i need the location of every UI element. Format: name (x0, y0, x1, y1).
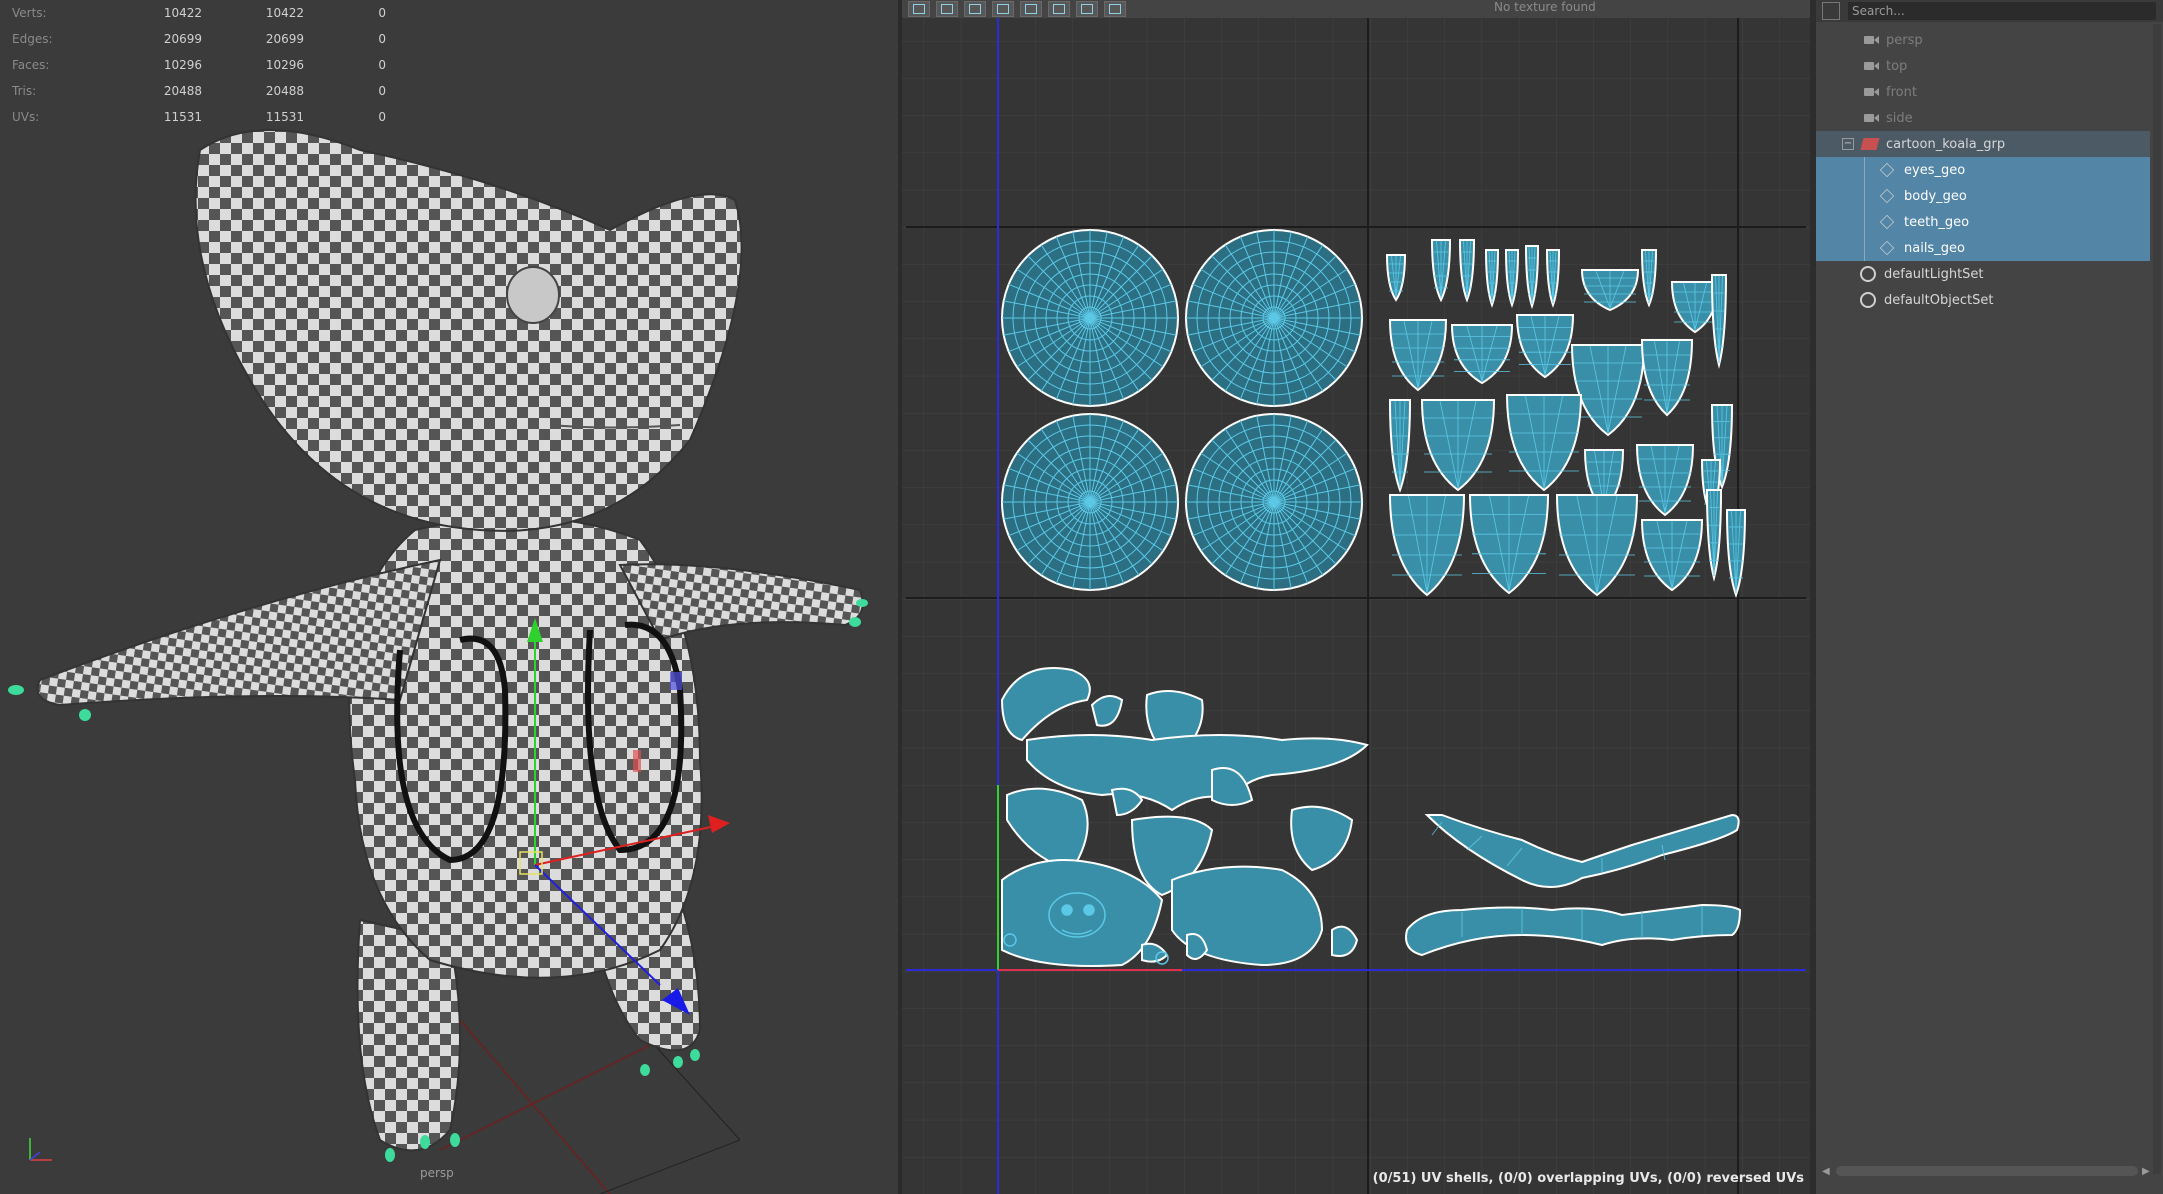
hud-value: 20488 (163, 84, 202, 98)
outliner-item-label: cartoon_koala_grp (1886, 136, 2006, 152)
mesh-icon (1879, 188, 1895, 204)
uv-editor-panel[interactable]: No texture found (0/51) UV shells, (0/0)… (902, 0, 1810, 1194)
uv-status-text: (0/51) UV shells, (0/0) overlapping UVs,… (1372, 1171, 1804, 1186)
uv-editor-toolbar (902, 0, 1810, 18)
mesh-icon (1879, 214, 1895, 230)
hud-value: 10296 (163, 58, 202, 72)
hud-value: 20699 (163, 32, 202, 46)
koala-model-render (8, 129, 868, 1194)
hud-row-uvs: UVs: 11531 11531 0 (12, 104, 386, 130)
scroll-right-icon[interactable]: ▶ (2142, 1166, 2152, 1177)
hud-value: 11531 (265, 110, 304, 124)
camera-icon (1862, 85, 1880, 99)
outliner-item-label: side (1886, 110, 1913, 126)
camera-icon (1862, 59, 1880, 73)
perspective-viewport[interactable]: Verts: 10422 10422 0 Edges: 20699 20699 … (0, 0, 898, 1194)
uv-camera-icon[interactable] (1076, 1, 1098, 17)
hud-value: 10422 (163, 6, 202, 20)
texture-status-label: No texture found (1494, 0, 1596, 14)
outliner-item-body-geo[interactable]: body_geo (1816, 183, 2150, 209)
outliner-item-persp[interactable]: persp (1816, 27, 2150, 53)
hud-value: 0 (378, 32, 386, 46)
outliner-search-bar (1816, 0, 2163, 22)
hud-row-verts: Verts: 10422 10422 0 (12, 0, 386, 26)
camera-name-label: persp (420, 1166, 454, 1180)
hud-value: 10422 (265, 6, 304, 20)
uv-shaded-icon[interactable] (936, 1, 958, 17)
tree-line (1864, 157, 1865, 183)
set-icon (1860, 292, 1876, 308)
hud-row-tris: Tris: 20488 20488 0 (12, 78, 386, 104)
uv-display-icon[interactable] (908, 1, 930, 17)
hud-value: 11531 (163, 110, 202, 124)
uv-grid-icon[interactable] (992, 1, 1014, 17)
outliner-item-label: top (1886, 58, 1908, 74)
outliner-panel: persp top front side − cartoon_koala_grp… (1816, 0, 2163, 1194)
outliner-item-default-light-set[interactable]: defaultLightSet (1816, 261, 2150, 287)
outliner-item-eyes-geo[interactable]: eyes_geo (1816, 157, 2150, 183)
hud-value: 0 (378, 6, 386, 20)
mesh-icon (1879, 162, 1895, 178)
uv-snap-icon[interactable] (1020, 1, 1042, 17)
hud-label: UVs: (12, 110, 40, 124)
mesh-icon (1879, 240, 1895, 256)
camera-icon (1862, 33, 1880, 47)
tree-line (1864, 209, 1865, 235)
outliner-item-teeth-geo[interactable]: teeth_geo (1816, 209, 2150, 235)
view-axis-indicator-icon (29, 1138, 52, 1161)
camera-icon (1862, 111, 1880, 125)
set-icon (1860, 266, 1876, 282)
outliner-horizontal-scrollbar[interactable]: ◀ ▶ (1822, 1164, 2152, 1178)
hud-row-edges: Edges: 20699 20699 0 (12, 26, 386, 52)
poly-count-hud: Verts: 10422 10422 0 Edges: 20699 20699 … (12, 0, 386, 130)
search-input[interactable] (1848, 2, 2156, 20)
hud-value: 20699 (265, 32, 304, 46)
scrollbar-track[interactable] (1836, 1166, 2138, 1176)
ground-grid (439, 1019, 661, 1194)
collapse-icon[interactable]: − (1842, 138, 1854, 150)
hud-value: 0 (378, 84, 386, 98)
outliner-vertical-scrollbar[interactable] (2153, 24, 2161, 1174)
outliner-item-label: defaultObjectSet (1884, 292, 1994, 308)
outliner-item-label: front (1886, 84, 1917, 100)
hud-label: Tris: (12, 84, 37, 98)
outliner-item-label: persp (1886, 32, 1923, 48)
outliner-item-top[interactable]: top (1816, 53, 2150, 79)
outliner-item-label: eyes_geo (1904, 162, 1966, 178)
uv-checker-icon[interactable] (1048, 1, 1070, 17)
tree-line (1864, 183, 1865, 209)
hud-value: 20488 (265, 84, 304, 98)
hud-value: 0 (378, 110, 386, 124)
outliner-item-label: defaultLightSet (1884, 266, 1984, 282)
uv-distortion-icon[interactable] (964, 1, 986, 17)
hud-label: Faces: (12, 58, 50, 72)
outliner-item-side[interactable]: side (1816, 105, 2150, 131)
outliner-item-label: teeth_geo (1904, 214, 1970, 230)
outliner-tree: persp top front side − cartoon_koala_grp… (1816, 27, 2150, 313)
hud-label: Verts: (12, 6, 47, 20)
outliner-item-default-object-set[interactable]: defaultObjectSet (1816, 287, 2150, 313)
hud-value: 0 (378, 58, 386, 72)
hud-value: 10296 (265, 58, 304, 72)
group-icon (1860, 138, 1880, 150)
uv-screenshot-icon[interactable] (1104, 1, 1126, 17)
filter-icon[interactable] (1822, 2, 1840, 20)
uv-grid-canvas[interactable] (902, 0, 1810, 1194)
outliner-item-front[interactable]: front (1816, 79, 2150, 105)
outliner-item-label: body_geo (1904, 188, 1967, 204)
outliner-item-nails-geo[interactable]: nails_geo (1816, 235, 2150, 261)
outliner-item-cartoon-koala-grp[interactable]: − cartoon_koala_grp (1816, 131, 2150, 157)
hud-row-faces: Faces: 10296 10296 0 (12, 52, 386, 78)
hud-label: Edges: (12, 32, 53, 46)
tree-line (1864, 235, 1865, 261)
outliner-item-label: nails_geo (1904, 240, 1965, 256)
scroll-left-icon[interactable]: ◀ (1822, 1166, 1832, 1177)
